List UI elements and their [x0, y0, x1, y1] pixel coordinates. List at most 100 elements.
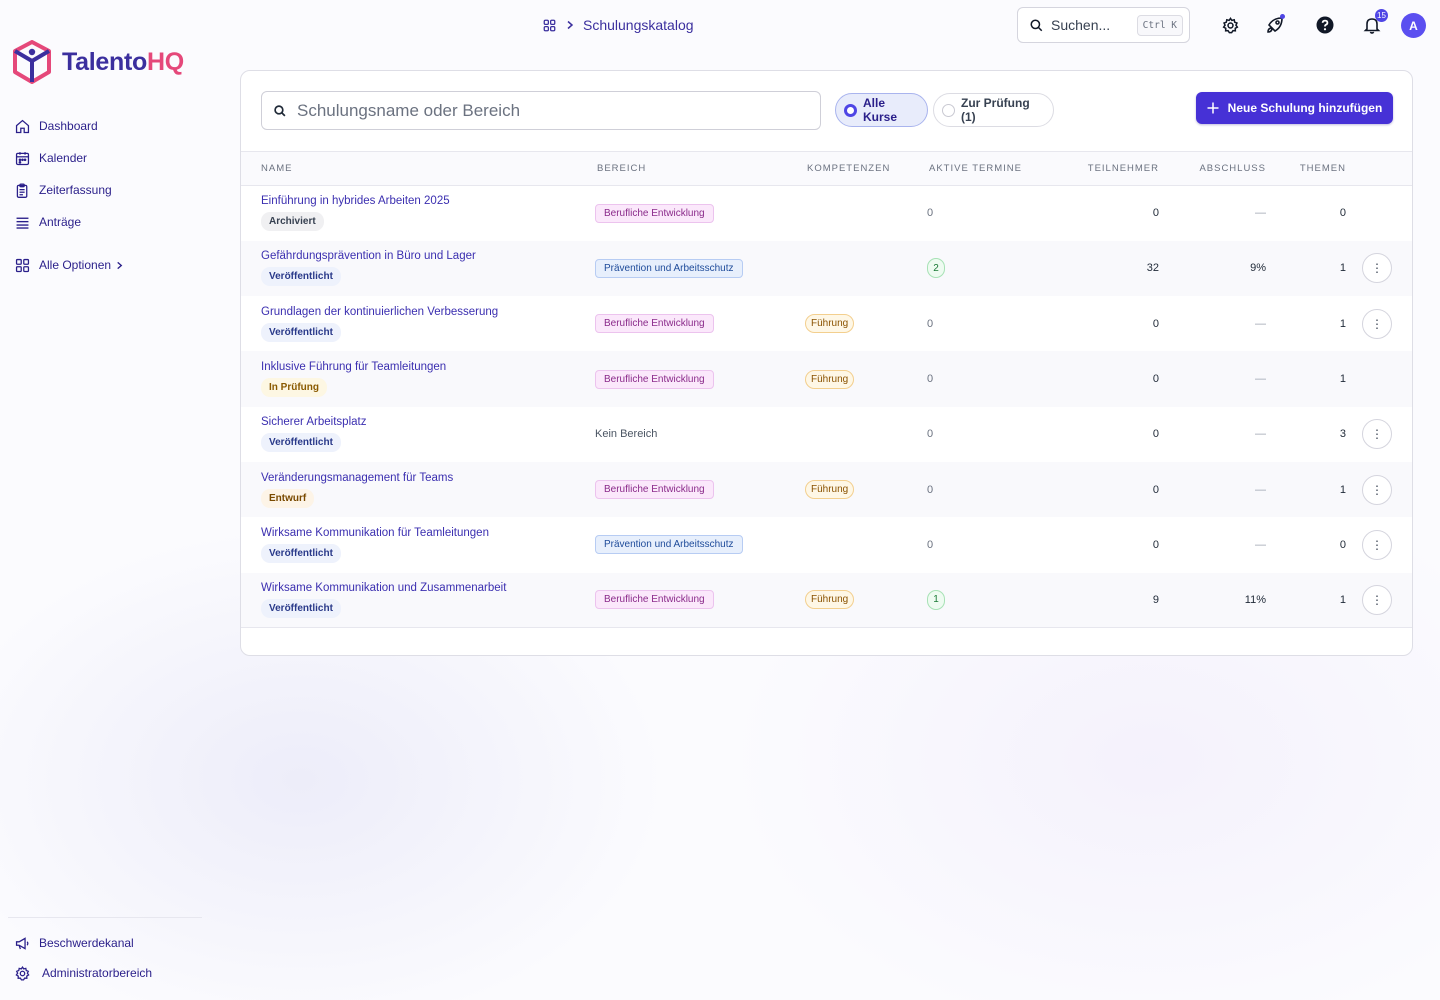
table-row[interactable]: Gefährdungsprävention in Büro und Lager …	[241, 240, 1412, 297]
participants-value: 0	[1152, 373, 1159, 386]
table-row[interactable]: Einführung in hybrides Arbeiten 2025 Arc…	[241, 186, 1412, 241]
more-vertical-icon: ⋮	[1371, 316, 1383, 331]
row-actions-button[interactable]: ⋮	[1362, 253, 1392, 284]
search-icon	[274, 104, 286, 116]
topics-value: 1	[1339, 593, 1346, 606]
table-row[interactable]: Inklusive Führung für Teamleitungen In P…	[241, 351, 1412, 407]
active-sessions-value: 0	[927, 373, 934, 386]
table-row[interactable]: Grundlagen der kontinuierlichen Verbesse…	[241, 296, 1412, 351]
cell-topics: 1	[1266, 461, 1346, 518]
column-header-topics[interactable]: THEMEN	[1266, 151, 1346, 186]
cell-active-sessions: 0	[927, 351, 1067, 407]
column-header-name[interactable]: NAME	[241, 151, 593, 186]
cell-competences	[805, 407, 927, 462]
area-empty: Kein Bereich	[595, 428, 658, 441]
row-actions-button[interactable]: ⋮	[1362, 474, 1392, 505]
sidebar-item-antraege[interactable]: Anträge	[14, 206, 124, 238]
row-actions-button[interactable]: ⋮	[1362, 584, 1392, 615]
column-header-competences[interactable]: KOMPETENZEN	[805, 151, 927, 186]
course-name-link[interactable]: Sicherer Arbeitsplatz	[261, 416, 593, 428]
sidebar: TalentoHQ Dashboard Kalender Zeiterfassu…	[0, 0, 210, 1000]
status-badge: Veröffentlicht	[261, 598, 341, 618]
course-name-link[interactable]: Veränderungsmanagement für Teams	[261, 472, 593, 484]
cell-actions: ⋮	[1346, 517, 1412, 572]
completion-value: —	[1255, 538, 1266, 551]
sidebar-item-label: Anträge	[39, 215, 82, 229]
cell-topics: 3	[1266, 407, 1346, 462]
sidebar-item-alle-optionen[interactable]: Alle Optionen	[14, 249, 124, 281]
status-badge: Veröffentlicht	[261, 433, 341, 453]
plus-icon	[1207, 102, 1219, 114]
cell-participants: 0	[1067, 186, 1159, 241]
course-name-link[interactable]: Einführung in hybrides Arbeiten 2025	[261, 195, 593, 207]
logo[interactable]: TalentoHQ	[12, 40, 184, 84]
cube-logo-icon	[13, 40, 51, 84]
sidebar-item-administratorbereich[interactable]: Administratorbereich	[14, 958, 152, 988]
notifications-button[interactable]: 15	[1361, 9, 1388, 36]
participants-value: 0	[1152, 428, 1159, 441]
cell-area: Berufliche Entwicklung	[593, 186, 805, 241]
column-header-active-sessions[interactable]: AKTIVE TERMINE	[927, 151, 1067, 186]
column-header-area[interactable]: BEREICH	[593, 151, 805, 186]
search-placeholder: Schulungsname oder Bereich	[297, 100, 521, 120]
training-table: NAME BEREICH KOMPETENZEN AKTIVE TERMINE …	[241, 151, 1412, 629]
more-vertical-icon: ⋮	[1371, 482, 1383, 497]
cell-name: Gefährdungsprävention in Büro und Lager …	[241, 240, 593, 297]
cell-topics: 0	[1266, 517, 1346, 572]
sidebar-item-zeiterfassung[interactable]: Zeiterfassung	[14, 174, 124, 206]
cell-participants: 0	[1067, 461, 1159, 518]
sidebar-item-beschwerdekanal[interactable]: Beschwerdekanal	[14, 928, 152, 958]
status-badge: Entwurf	[261, 488, 315, 508]
settings-button[interactable]	[1219, 14, 1241, 36]
filter-for-review[interactable]: Zur Prüfung (1)	[933, 93, 1054, 127]
completion-value: —	[1255, 483, 1266, 496]
competence-tag: Führung	[805, 314, 855, 334]
area-tag: Berufliche Entwicklung	[595, 590, 714, 610]
breadcrumb-current[interactable]: Schulungskatalog	[583, 17, 694, 33]
course-name-link[interactable]: Grundlagen der kontinuierlichen Verbesse…	[261, 306, 593, 318]
avatar[interactable]: A	[1401, 13, 1426, 38]
participants-value: 0	[1152, 207, 1159, 220]
shortcut-hint: Ctrl K	[1136, 14, 1183, 36]
sidebar-item-label: Alle Optionen	[39, 258, 112, 272]
sidebar-item-kalender[interactable]: Kalender	[14, 142, 124, 174]
sidebar-item-dashboard[interactable]: Dashboard	[14, 110, 124, 142]
table-row[interactable]: Sicherer Arbeitsplatz Veröffentlicht Kei…	[241, 407, 1412, 462]
row-actions-button[interactable]: ⋮	[1362, 419, 1392, 450]
filter-label: Alle Kurse	[863, 96, 898, 124]
global-search-input[interactable]: Suchen... Ctrl K	[1017, 7, 1190, 43]
active-sessions-value: 0	[927, 538, 934, 551]
filter-all-courses[interactable]: Alle Kurse	[835, 93, 928, 127]
column-header-completion[interactable]: ABSCHLUSS	[1159, 151, 1266, 186]
completion-value: —	[1255, 428, 1266, 441]
course-name-link[interactable]: Wirksame Kommunikation und Zusammenarbei…	[261, 582, 593, 594]
active-sessions-value: 0	[927, 317, 934, 330]
column-header-participants[interactable]: TEILNEHMER	[1067, 151, 1159, 186]
cell-topics: 1	[1266, 572, 1346, 629]
sidebar-bottom-nav: Beschwerdekanal Administratorbereich	[14, 928, 152, 988]
course-search-input[interactable]: Schulungsname oder Bereich	[261, 91, 821, 130]
table-row[interactable]: Wirksame Kommunikation für Teamleitungen…	[241, 517, 1412, 572]
table-row[interactable]: Veränderungsmanagement für Teams Entwurf…	[241, 461, 1412, 518]
status-badge: Veröffentlicht	[261, 322, 341, 342]
active-sessions-value: 0	[927, 207, 934, 220]
row-actions-button[interactable]: ⋮	[1362, 529, 1392, 560]
course-name-link[interactable]: Wirksame Kommunikation für Teamleitungen	[261, 527, 593, 539]
cell-active-sessions: 0	[927, 517, 1067, 572]
table-row[interactable]: Wirksame Kommunikation und Zusammenarbei…	[241, 572, 1412, 629]
more-vertical-icon: ⋮	[1371, 427, 1383, 442]
row-actions-button[interactable]: ⋮	[1362, 308, 1392, 339]
cell-actions: ⋮	[1346, 240, 1412, 297]
help-button[interactable]	[1314, 14, 1336, 36]
add-training-button[interactable]: Neue Schulung hinzufügen	[1196, 92, 1393, 124]
logo-text: TalentoHQ	[62, 47, 184, 76]
cell-area: Prävention und Arbeitsschutz	[593, 517, 805, 572]
cell-completion: —	[1159, 407, 1266, 462]
cell-area: Prävention und Arbeitsschutz	[593, 240, 805, 297]
course-name-link[interactable]: Inklusive Führung für Teamleitungen	[261, 361, 593, 373]
course-name-link[interactable]: Gefährdungsprävention in Büro und Lager	[261, 250, 593, 262]
getting-started-button[interactable]	[1264, 14, 1286, 36]
sidebar-nav: Dashboard Kalender Zeiterfassung Anträge…	[14, 110, 124, 281]
cell-topics: 1	[1266, 296, 1346, 351]
grid-icon[interactable]	[542, 18, 557, 33]
